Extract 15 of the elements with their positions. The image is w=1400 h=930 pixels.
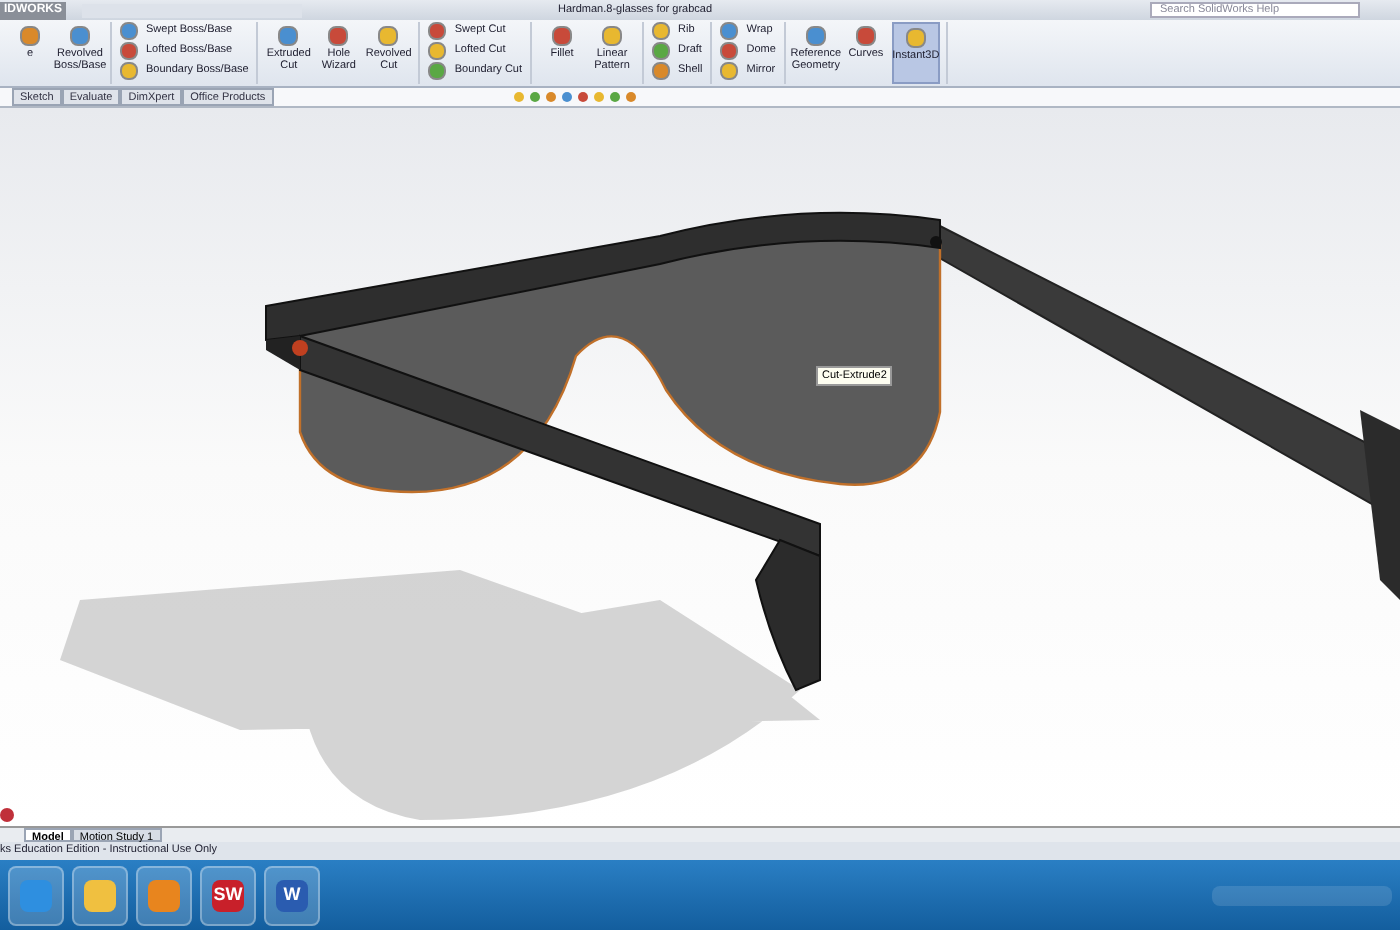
tool-icon xyxy=(378,26,399,46)
taskbar-app-button[interactable] xyxy=(72,865,128,925)
tool-icon xyxy=(278,26,299,46)
tool-icon xyxy=(805,26,826,46)
tool-icon xyxy=(20,26,40,46)
tool-icon xyxy=(855,26,876,46)
tool-icon xyxy=(552,26,573,46)
tool-icon xyxy=(602,26,623,46)
tool-icon xyxy=(905,28,926,48)
taskbar-app-button[interactable] xyxy=(8,865,64,925)
taskbar-app-button[interactable]: W xyxy=(264,865,320,925)
tool-icon xyxy=(70,26,90,46)
tool-icon xyxy=(328,26,349,46)
taskbar-app-button[interactable] xyxy=(136,865,192,925)
taskbar-app-button[interactable]: SW xyxy=(200,865,256,925)
